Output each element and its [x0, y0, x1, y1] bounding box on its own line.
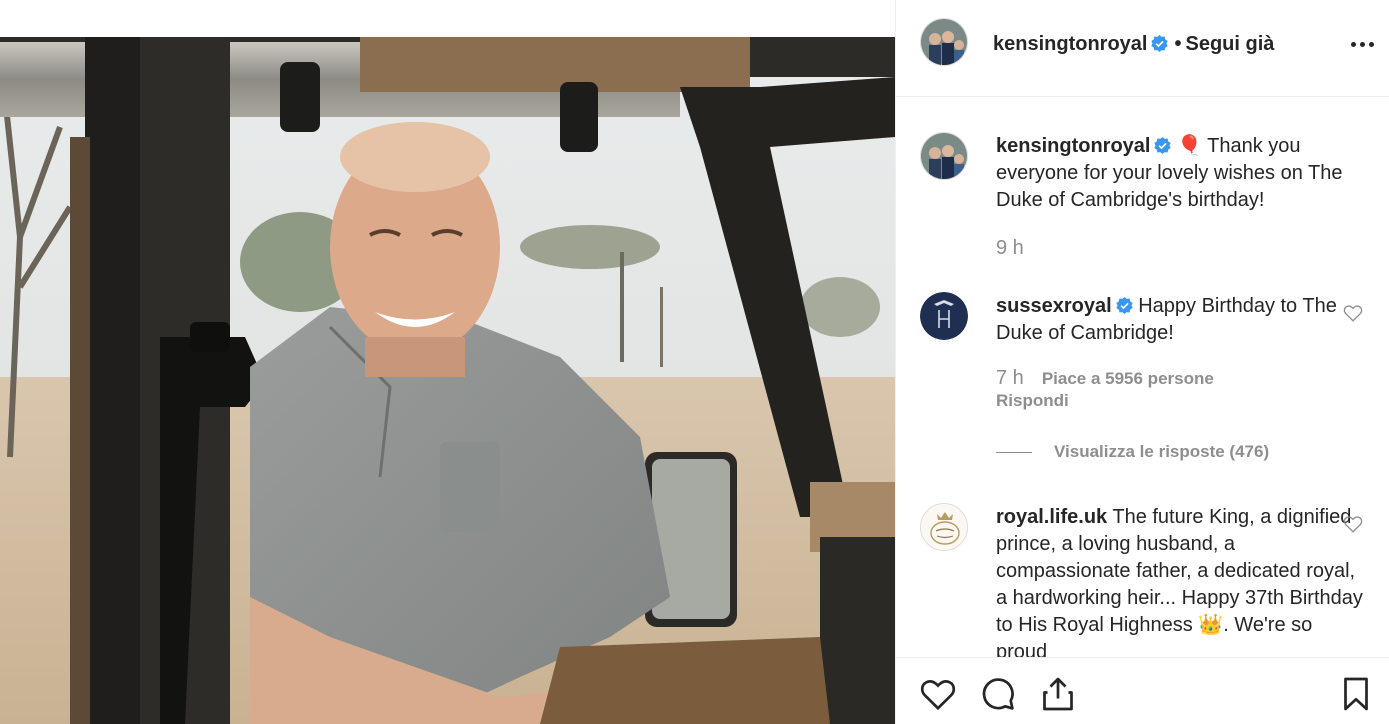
royal-life-crest-avatar-icon [921, 504, 967, 550]
comment-meta: 7 h Piace a 5956 persone [996, 366, 1214, 391]
author-username[interactable]: kensingtonroyal [993, 33, 1147, 55]
family-photo-avatar-icon [921, 133, 967, 179]
caption-text: kensingtonroyal 🎈 Thank you everyone for… [996, 133, 1366, 214]
comments-list: kensingtonroyal 🎈 Thank you everyone for… [896, 97, 1389, 657]
post-header-line: kensingtonroyal • Segui già [993, 32, 1274, 56]
view-replies-label: Visualizza le risposte (476) [1054, 442, 1270, 461]
reply-button[interactable]: Rispondi [996, 391, 1069, 411]
verified-badge-icon [1151, 35, 1169, 52]
separator-dot: • [1174, 33, 1182, 55]
verified-badge-icon [1154, 137, 1172, 154]
commenter-avatar[interactable] [920, 292, 968, 340]
comment-username[interactable]: sussexroyal [996, 295, 1112, 317]
divider-line [996, 452, 1032, 454]
ellipsis-icon[interactable] [1351, 40, 1375, 50]
like-heart-icon[interactable] [920, 676, 956, 712]
share-icon[interactable] [1040, 676, 1076, 712]
post-photo-illustration [0, 37, 895, 724]
comment-time[interactable]: 9 h [996, 237, 1024, 259]
like-comment-heart-icon[interactable] [1343, 304, 1363, 322]
comment-text: sussexroyal Happy Birthday to The Duke o… [996, 293, 1366, 347]
balloon-emoji: 🎈 [1177, 135, 1202, 157]
following-button[interactable]: Segui già [1186, 33, 1275, 55]
verified-badge-icon [1115, 297, 1133, 314]
post-actions-bar [896, 657, 1389, 724]
comment-meta: 9 h [996, 236, 1024, 260]
comment-username[interactable]: royal.life.uk [996, 506, 1107, 528]
comment-body: The future King, a dignified prince, a l… [996, 506, 1363, 657]
post-photo[interactable] [0, 37, 895, 724]
comment-text: royal.life.uk The future King, a dignifi… [996, 504, 1366, 657]
post-header: kensingtonroyal • Segui già [896, 0, 1389, 97]
post-side-panel: kensingtonroyal • Segui già kensingtonroya… [895, 0, 1389, 724]
comment-likes[interactable]: Piace a 5956 persone [1042, 369, 1214, 388]
like-comment-heart-icon[interactable] [1343, 515, 1363, 533]
bookmark-icon[interactable] [1338, 676, 1374, 712]
comment-bubble-icon[interactable] [980, 676, 1016, 712]
view-replies-button[interactable]: Visualizza le risposte (476) [996, 442, 1269, 462]
commenter-avatar[interactable] [920, 503, 968, 551]
family-photo-avatar-icon [921, 19, 967, 65]
author-avatar[interactable] [920, 18, 968, 66]
comment-time[interactable]: 7 h [996, 367, 1024, 389]
post-media [0, 0, 895, 724]
monogram-avatar-icon [920, 292, 968, 340]
comment-username[interactable]: kensingtonroyal [996, 135, 1150, 157]
author-avatar[interactable] [920, 132, 968, 180]
